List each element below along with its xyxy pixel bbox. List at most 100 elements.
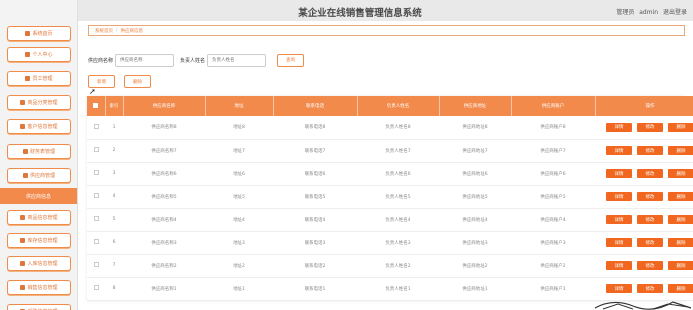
table-cell: 供应商名称2 [151, 263, 177, 269]
supplier-table: 索引 供应商名称 地址 联系电话 负责人姓名 供应商地址 供应商账户 操作 1 供… [87, 96, 693, 301]
sidebar-item[interactable]: 员工管理 [7, 71, 71, 86]
table-cell: 地址8 [233, 125, 245, 131]
row-checkbox[interactable] [93, 170, 99, 175]
user-role: 管理员 [616, 9, 635, 16]
sidebar-item[interactable]: 采购信息管理 [7, 304, 71, 310]
sidebar-item[interactable]: 供应商信息 [0, 188, 77, 204]
mouse-cursor-icon: ➚ [89, 87, 96, 96]
sidebar-item[interactable]: 财务表管理 [7, 144, 71, 159]
sidebar-item-label: 商品分类管理 [27, 100, 58, 106]
table-cell: 供应商名称8 [151, 125, 177, 131]
row-delete-button[interactable]: 删除 [668, 238, 693, 247]
sidebar-item-label: 员工管理 [32, 76, 53, 82]
edit-button[interactable]: 修改 [637, 146, 663, 155]
row-actions-cell: 详情 修改 删除 [595, 208, 693, 231]
detail-button[interactable]: 详情 [606, 122, 632, 132]
table-cell: 联系电话5 [304, 194, 326, 200]
screen-overlay-graphic [594, 301, 692, 310]
supplier-name-input[interactable] [115, 53, 175, 67]
sidebar-item[interactable]: 商品分类管理 [7, 95, 71, 110]
sidebar-item-label: 供应商管理 [29, 173, 55, 179]
category-icon [20, 100, 26, 105]
row-checkbox[interactable] [93, 285, 99, 290]
contact-name-input[interactable] [207, 53, 267, 67]
table-cell: 联系电话2 [304, 263, 326, 269]
edit-button[interactable]: 修改 [637, 261, 663, 270]
row-delete-button[interactable]: 删除 [668, 146, 693, 155]
table-cell: 联系电话4 [304, 217, 326, 223]
delete-button[interactable]: 删除 [124, 75, 151, 88]
row-select-cell [87, 277, 105, 300]
sidebar-item[interactable]: 供应商管理 [7, 168, 71, 183]
detail-button[interactable]: 详情 [606, 146, 632, 155]
table-cell: 负责人姓名6 [385, 171, 411, 177]
select-all-checkbox[interactable] [93, 102, 99, 108]
row-checkbox[interactable] [93, 262, 99, 267]
table-cell: 负责人姓名2 [385, 263, 411, 269]
column-header: 供应商地址 [439, 96, 512, 116]
breadcrumb-separator: / [116, 28, 118, 33]
detail-button[interactable]: 详情 [606, 192, 632, 201]
row-delete-button[interactable]: 删除 [668, 261, 693, 270]
table-cell: 2 [112, 148, 116, 153]
row-delete-button[interactable]: 删除 [668, 215, 693, 224]
inbound-icon [20, 261, 26, 266]
sidebar-item[interactable]: 个人中心 [7, 47, 71, 62]
edit-button[interactable]: 修改 [637, 238, 663, 247]
table-cell: 供应商账户2 [540, 263, 566, 269]
sidebar-item[interactable]: 客户信息管理 [7, 119, 71, 134]
row-checkbox[interactable] [93, 239, 99, 244]
sidebar-item[interactable]: 库存信息管理 [7, 233, 71, 248]
breadcrumb-home[interactable]: 系统首页 [95, 28, 113, 34]
table-cell: 联系电话3 [304, 240, 326, 246]
sidebar-item[interactable]: 销售信息管理 [7, 280, 71, 295]
edit-button[interactable]: 修改 [637, 192, 663, 201]
row-delete-button[interactable]: 删除 [668, 122, 693, 132]
sidebar-item-label: 销售信息管理 [27, 285, 58, 291]
sidebar-item[interactable]: 商品信息管理 [7, 210, 71, 225]
table-cell: 联系电话8 [304, 125, 326, 131]
home-icon [25, 31, 31, 36]
column-header: 供应商名称 [123, 96, 206, 116]
table-cell: 供应商账户4 [540, 217, 566, 223]
sidebar-item[interactable]: 系统首页 [7, 26, 71, 41]
edit-button[interactable]: 修改 [637, 215, 663, 224]
select-all-cell [87, 96, 106, 116]
logout-link[interactable]: 退出登录 [663, 9, 687, 16]
row-checkbox[interactable] [93, 193, 99, 198]
table-cell: 7 [112, 263, 116, 268]
row-checkbox[interactable] [93, 147, 99, 152]
row-delete-button[interactable]: 删除 [668, 169, 693, 178]
edit-button[interactable]: 修改 [637, 169, 663, 178]
table-cell: 供应商账户8 [540, 125, 566, 131]
row-select-cell [87, 185, 105, 208]
table-cell: 供应商名称7 [151, 148, 177, 154]
row-delete-button[interactable]: 删除 [668, 192, 693, 201]
detail-button[interactable]: 详情 [606, 261, 632, 270]
row-actions-cell: 详情 修改 删除 [595, 185, 693, 208]
edit-button[interactable]: 修改 [637, 122, 663, 132]
contact-name-label: 负责人姓名 [180, 57, 206, 64]
table-cell: 地址1 [233, 286, 245, 292]
table-cell: 供应商账户3 [540, 240, 566, 246]
detail-button[interactable]: 详情 [606, 238, 632, 247]
detail-button[interactable]: 详情 [606, 215, 632, 224]
table-cell: 供应商名称1 [151, 286, 177, 292]
row-actions-cell: 详情 修改 删除 [595, 162, 693, 185]
detail-button[interactable]: 详情 [606, 169, 632, 178]
sidebar-item[interactable]: 入库信息管理 [7, 256, 71, 271]
table-row: 1 供应商名称8 地址8 联系电话8 负责人姓名8 供应商地址8 供应商账户8 详情 修改 删除 [87, 116, 693, 139]
query-button[interactable]: 查询 [277, 53, 305, 67]
table-cell: 供应商名称5 [151, 194, 177, 200]
row-actions-cell: 详情 修改 删除 [595, 139, 693, 162]
row-select-cell [87, 162, 105, 185]
column-header: 联系电话 [273, 96, 358, 116]
table-cell: 供应商地址5 [462, 194, 488, 200]
table-cell: 供应商地址3 [462, 240, 488, 246]
row-select-cell [87, 231, 105, 254]
column-header: 负责人姓名 [357, 96, 440, 116]
row-checkbox[interactable] [93, 216, 99, 221]
sidebar-item-label: 供应商信息 [25, 193, 51, 200]
row-checkbox[interactable] [93, 123, 99, 129]
table-cell: 供应商地址1 [462, 286, 488, 292]
